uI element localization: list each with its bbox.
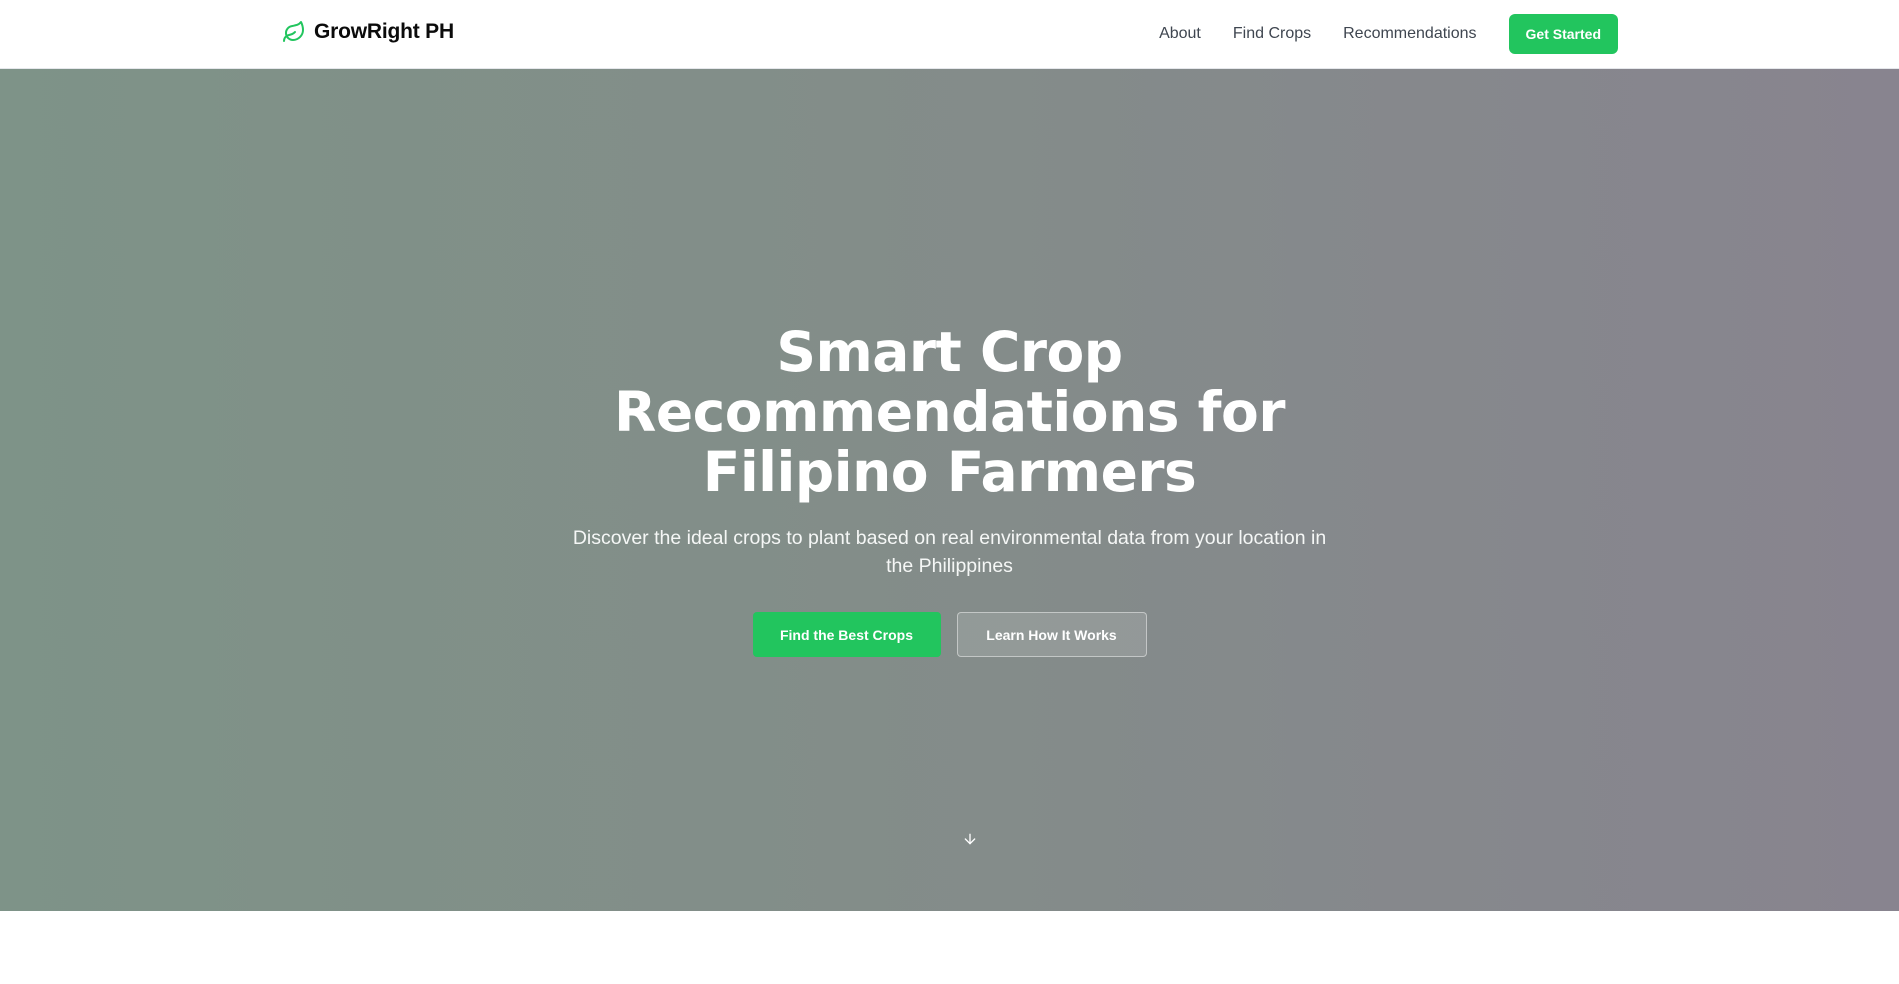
arrow-down-icon[interactable] <box>962 831 978 852</box>
next-section <box>0 911 1899 984</box>
hero-title: Smart Crop Recommendations for Filipino … <box>614 320 1285 504</box>
top-navbar: GrowRight PH About Find Crops Recommenda… <box>0 0 1899 69</box>
brand-name: GrowRight PH <box>314 20 454 43</box>
nav-link-recommendations[interactable]: Recommendations <box>1343 25 1476 43</box>
hero-content: Smart Crop Recommendations for Filipino … <box>0 322 1899 657</box>
leaf-icon <box>282 20 306 44</box>
find-best-crops-button[interactable]: Find the Best Crops <box>752 612 941 657</box>
nav-link-about[interactable]: About <box>1159 25 1201 43</box>
hero-buttons: Find the Best Crops Learn How It Works <box>0 612 1899 657</box>
nav-link-find-crops[interactable]: Find Crops <box>1233 25 1311 43</box>
hero-section: Smart Crop Recommendations for Filipino … <box>0 69 1899 911</box>
hero-subtitle: Discover the ideal crops to plant based … <box>572 527 1327 577</box>
learn-how-it-works-button[interactable]: Learn How It Works <box>956 612 1147 657</box>
brand-logo-link[interactable]: GrowRight PH <box>282 20 454 44</box>
nav-links: About Find Crops Recommendations Get Sta… <box>1159 0 1618 67</box>
get-started-button[interactable]: Get Started <box>1508 13 1618 54</box>
